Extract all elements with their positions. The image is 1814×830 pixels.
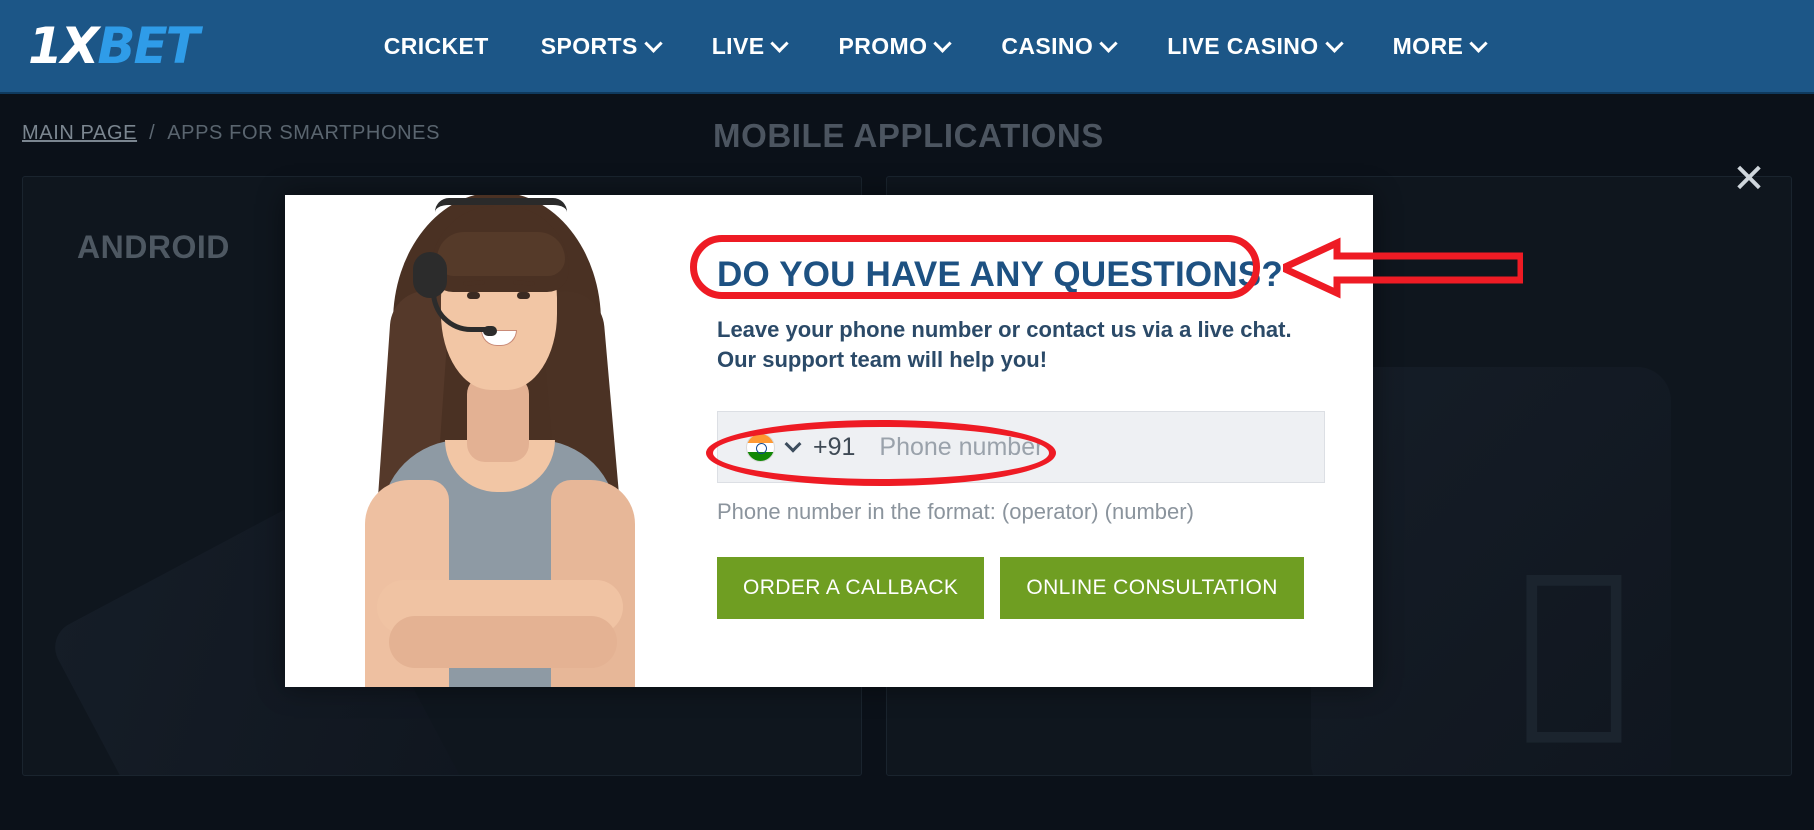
logo-text-1x: 1X xyxy=(28,17,99,75)
breadcrumb-separator: / xyxy=(149,122,156,144)
modal-actions: ORDER A CALLBACK ONLINE CONSULTATION xyxy=(717,557,1333,619)
close-icon[interactable]: ✕ xyxy=(1732,159,1766,199)
nav-item-sports[interactable]: SPORTS xyxy=(540,32,663,60)
chevron-down-icon xyxy=(770,33,790,53)
nav-label: CASINO xyxy=(1001,32,1094,59)
nav-label: LIVE xyxy=(711,32,765,59)
android-card-label: ANDROID xyxy=(77,229,230,265)
modal-title: DO YOU HAVE ANY QUESTIONS? xyxy=(717,255,1283,294)
phone-format-hint: Phone number in the format: (operator) (… xyxy=(717,499,1194,524)
nav-item-live-casino[interactable]: LIVE CASINO xyxy=(1167,32,1344,60)
nav-label: PROMO xyxy=(838,32,928,59)
chevron-down-icon xyxy=(1469,33,1488,53)
page-title: MOBILE APPLICATIONS xyxy=(713,117,1104,154)
chevron-down-icon xyxy=(1324,33,1344,53)
chevron-down-icon xyxy=(1099,33,1118,53)
apple-logo-icon:  xyxy=(1517,549,1631,739)
chevron-down-icon xyxy=(933,33,953,53)
phone-number-input[interactable]: Phone number xyxy=(879,433,1043,462)
nav-item-more[interactable]: MORE xyxy=(1392,32,1488,60)
nav-label: MORE xyxy=(1392,32,1464,59)
main-navigation: CRICKET SPORTS LIVE PROMO CASINO LIVE CA… xyxy=(384,32,1488,60)
site-header: 1XBET CRICKET SPORTS LIVE PROMO CASINO L… xyxy=(0,0,1814,94)
nav-label: LIVE CASINO xyxy=(1167,32,1319,59)
india-flag-icon xyxy=(746,432,775,462)
order-callback-button[interactable]: ORDER A CALLBACK xyxy=(717,557,985,619)
breadcrumb-home-link[interactable]: MAIN PAGE xyxy=(22,122,137,145)
chevron-down-icon xyxy=(644,33,663,53)
nav-label: CRICKET xyxy=(383,32,489,59)
modal-content: DO YOU HAVE ANY QUESTIONS? Leave your ph… xyxy=(689,195,1373,687)
nav-item-promo[interactable]: PROMO xyxy=(838,32,953,60)
nav-item-casino[interactable]: CASINO xyxy=(1001,32,1118,60)
breadcrumb-current: APPS FOR SMARTPHONES xyxy=(167,122,441,144)
phone-input-row[interactable]: +91 Phone number xyxy=(717,411,1325,483)
modal-subtitle: Leave your phone number or contact us vi… xyxy=(717,317,1292,372)
nav-item-cricket[interactable]: CRICKET xyxy=(384,33,489,60)
operator-illustration xyxy=(285,195,689,687)
nav-item-live[interactable]: LIVE xyxy=(711,32,790,60)
site-logo[interactable]: 1XBET xyxy=(28,21,200,71)
page-root: 1XBET CRICKET SPORTS LIVE PROMO CASINO L… xyxy=(0,0,1814,830)
questions-modal: DO YOU HAVE ANY QUESTIONS? Leave your ph… xyxy=(285,195,1373,687)
nav-label: SPORTS xyxy=(540,32,638,59)
online-consultation-button[interactable]: ONLINE CONSULTATION xyxy=(1000,557,1304,619)
headset-icon xyxy=(435,198,567,212)
dial-code-label: +91 xyxy=(813,432,856,461)
chevron-down-icon[interactable] xyxy=(784,435,802,453)
breadcrumb: MAIN PAGE / APPS FOR SMARTPHONES xyxy=(22,122,440,145)
logo-text-bet: BET xyxy=(97,17,199,75)
